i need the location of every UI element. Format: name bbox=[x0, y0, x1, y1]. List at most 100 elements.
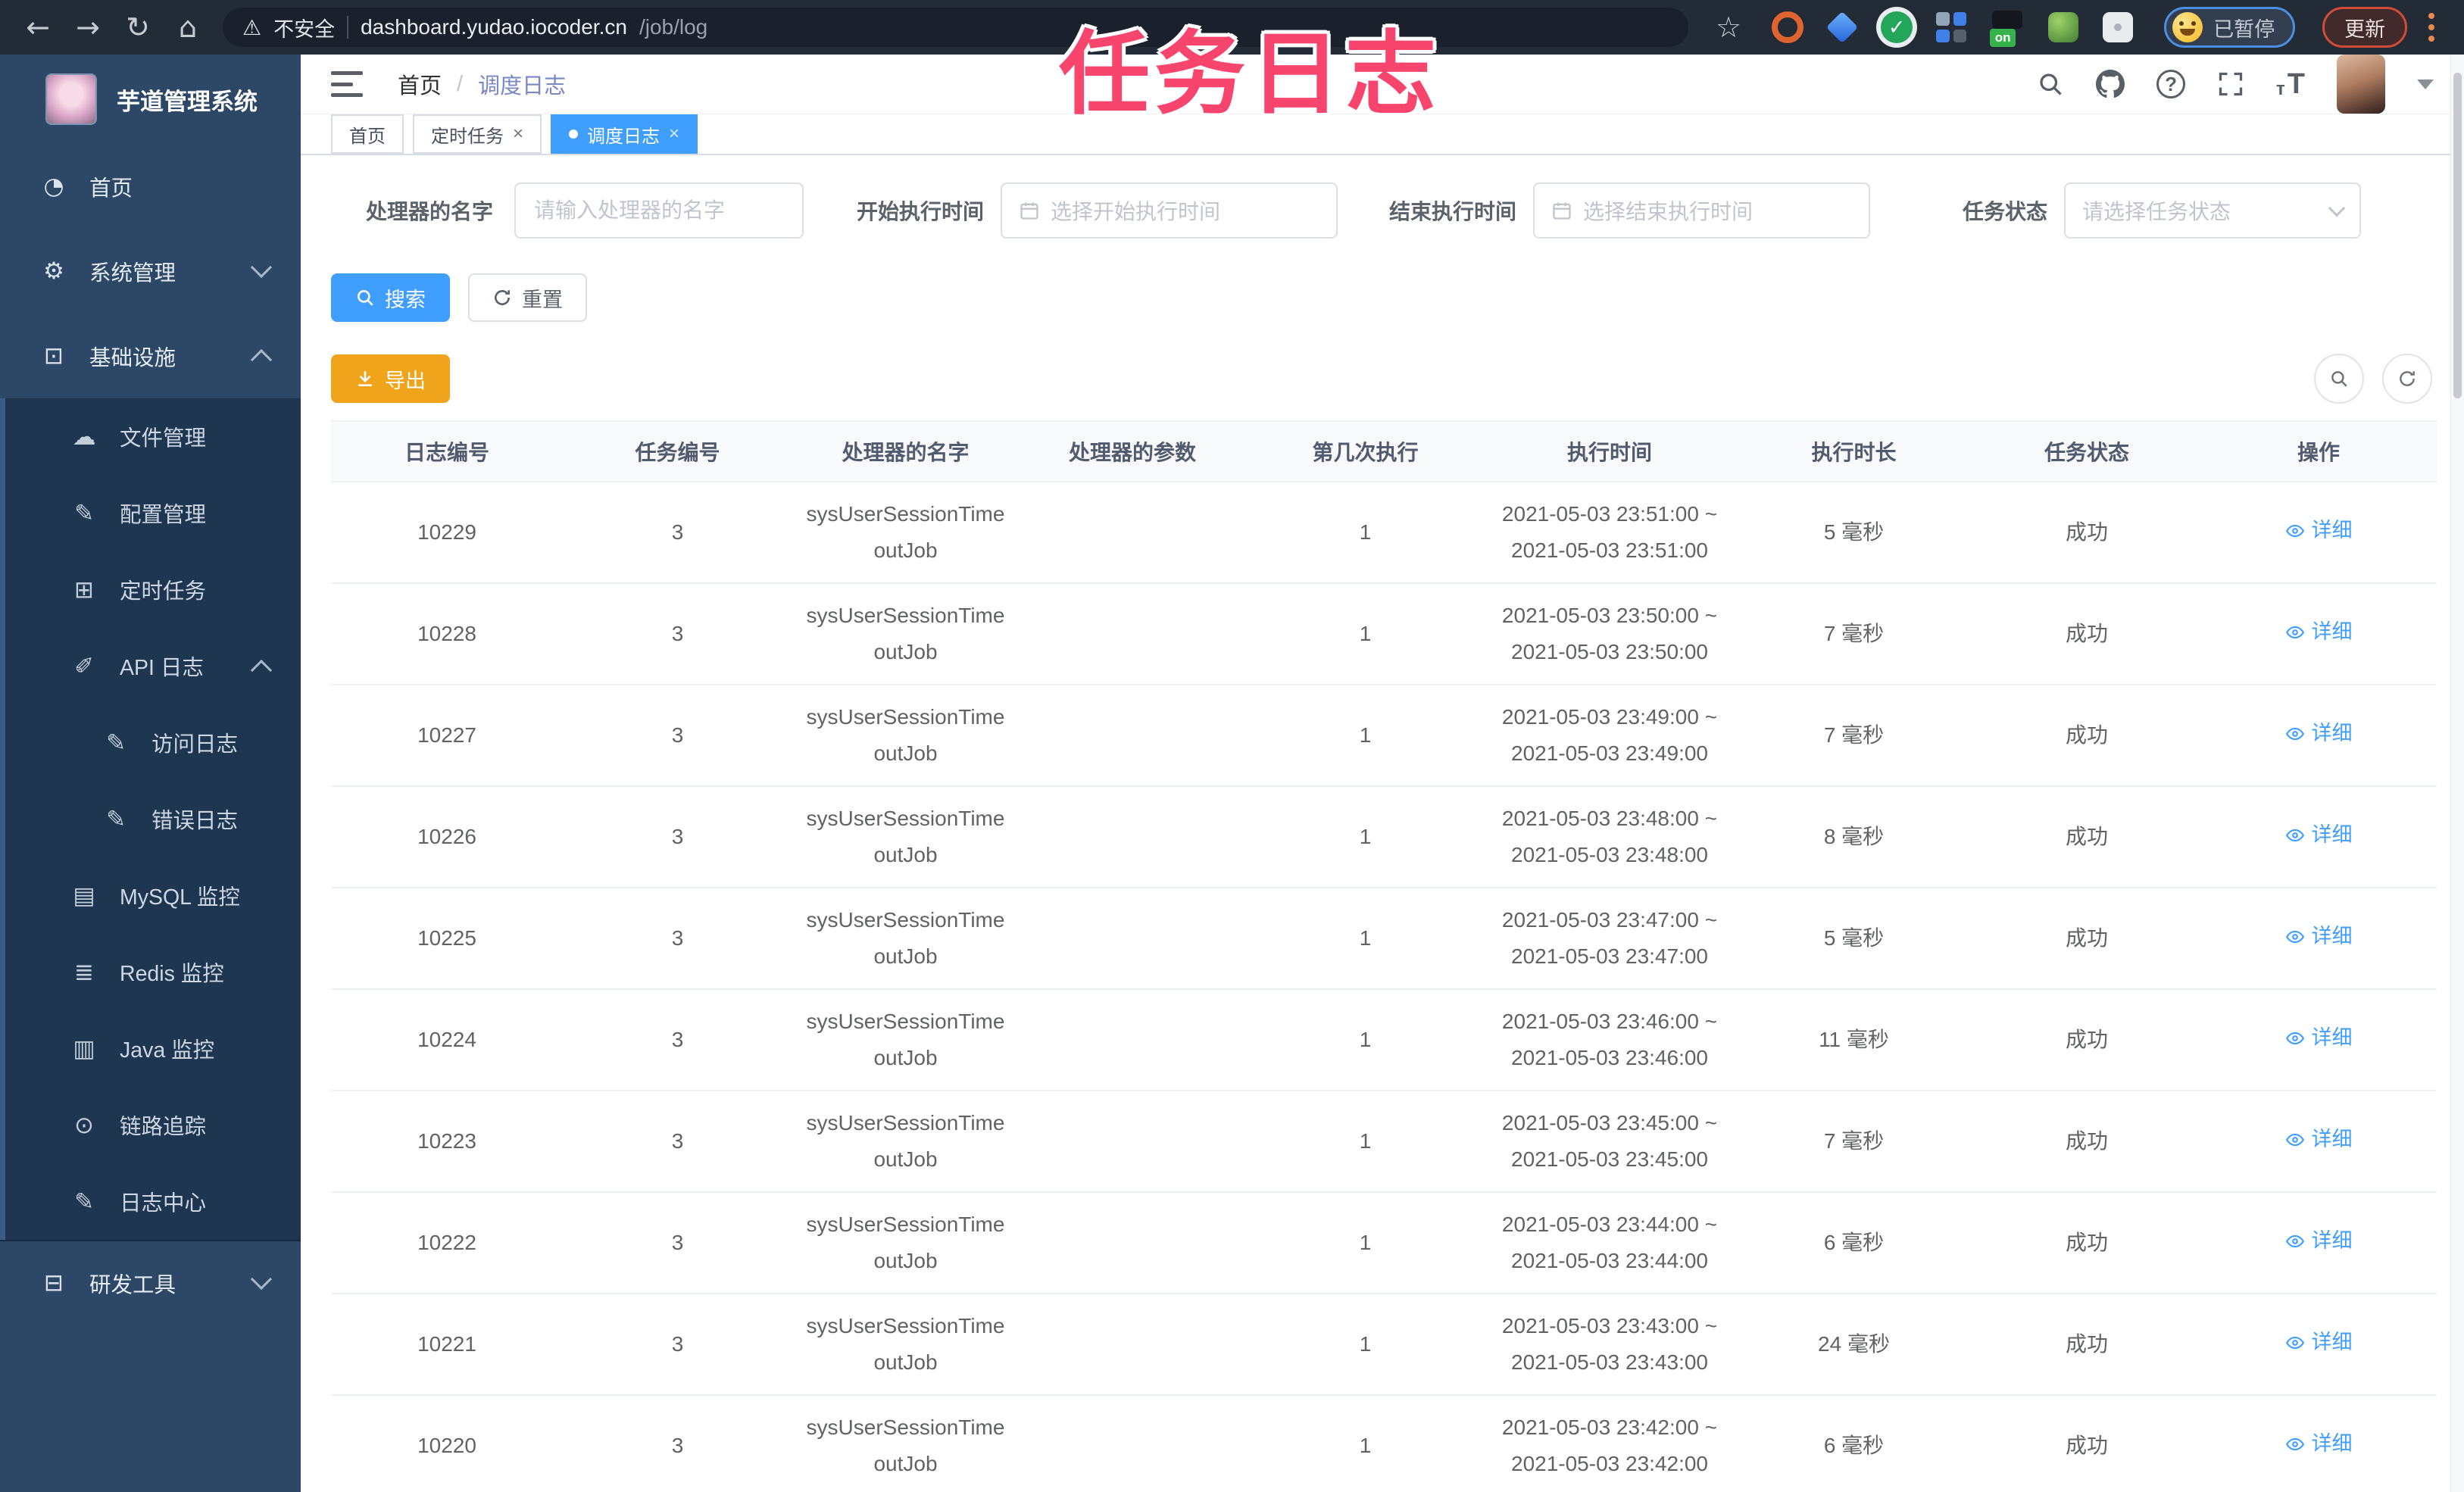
browser-update-button[interactable]: 更新 bbox=[2322, 7, 2408, 48]
address-bar[interactable]: ⚠ 不安全 dashboard.yudao.iocoder.cn/job/log bbox=[223, 8, 1688, 47]
fullscreen-icon[interactable] bbox=[2217, 70, 2244, 98]
mysql-monitor-icon: ▤ bbox=[73, 882, 95, 910]
detail-link[interactable]: 详细 bbox=[2285, 1325, 2353, 1360]
puzzle-extension-icon[interactable] bbox=[2102, 11, 2134, 43]
column-header-5: 执行时间 bbox=[1566, 441, 1652, 464]
green-check-extension-icon[interactable]: ✓ bbox=[1881, 11, 1913, 43]
close-icon[interactable] bbox=[513, 123, 523, 145]
sidebar-item-5[interactable]: ⊞ 定时任务 bbox=[0, 551, 301, 628]
sidebar-item-9[interactable]: ▤ MySQL 监控 bbox=[0, 857, 301, 934]
sidebar-item-0[interactable]: ◔ 首页 bbox=[0, 144, 301, 229]
sidebar-item-12[interactable]: ⊙ 链路追踪 bbox=[0, 1087, 301, 1163]
on-badge-extension-icon[interactable]: on bbox=[1990, 11, 2025, 47]
font-size-icon[interactable]: тT bbox=[2276, 70, 2305, 98]
sidebar-item-11[interactable]: ▥ Java 监控 bbox=[0, 1010, 301, 1087]
extension-row: ✓ on bbox=[1772, 11, 2134, 47]
api-log-icon: ✐ bbox=[74, 652, 94, 680]
execute-time-cell: 2021-05-03 23:48:00 ~2021-05-03 23:48:00 bbox=[1501, 807, 1718, 866]
hamburger-icon[interactable] bbox=[331, 71, 363, 97]
logo-row[interactable]: 芋道管理系统 bbox=[0, 55, 301, 144]
execute-count-cell: 1 bbox=[1359, 1129, 1372, 1153]
sidebar-item-label: 系统管理 bbox=[89, 261, 176, 286]
detail-link[interactable]: 详细 bbox=[2285, 818, 2353, 853]
sidebar-item-4[interactable]: ✎ 配置管理 bbox=[0, 475, 301, 551]
search-icon[interactable] bbox=[2037, 70, 2064, 98]
table-row: 10227 3 sysUserSessionTimeoutJob 1 2021-05-0… bbox=[331, 684, 2437, 785]
browser-menu-kebab-icon[interactable] bbox=[2428, 13, 2435, 42]
green-leaf-extension-icon[interactable] bbox=[2047, 11, 2079, 43]
sidebar-item-label: Java 监控 bbox=[120, 1038, 215, 1063]
sidebar-item-14[interactable]: ⊟ 研发工具 bbox=[0, 1240, 301, 1325]
profile-chip[interactable]: 已暂停 bbox=[2164, 7, 2296, 48]
detail-link[interactable]: 详细 bbox=[2285, 615, 2353, 650]
page-scrollbar[interactable] bbox=[2450, 55, 2464, 1492]
sidebar-item-3[interactable]: ☁ 文件管理 bbox=[0, 398, 301, 475]
sidebar-item-8[interactable]: ✎ 错误日志 bbox=[0, 781, 301, 857]
sidebar-item-2[interactable]: ⊡ 基础设施 bbox=[0, 314, 301, 398]
execute-time-cell: 2021-05-03 23:47:00 ~2021-05-03 23:47:00 bbox=[1501, 908, 1718, 968]
duration-cell: 5 毫秒 bbox=[1823, 926, 1885, 950]
sidebar-item-1[interactable]: ⚙ 系统管理 bbox=[0, 229, 301, 314]
status-cell: 成功 bbox=[2065, 723, 2108, 748]
sidebar-item-6[interactable]: ✐ API 日志 bbox=[0, 628, 301, 704]
execute-time-cell: 2021-05-03 23:44:00 ~2021-05-03 23:44:00 bbox=[1501, 1213, 1718, 1272]
bookmark-star-icon[interactable]: ☆ bbox=[1716, 11, 1741, 44]
breadcrumb-home[interactable]: 首页 bbox=[398, 68, 442, 100]
refresh-table-icon[interactable] bbox=[2382, 354, 2432, 404]
detail-link[interactable]: 详细 bbox=[2285, 716, 2353, 751]
detail-link[interactable]: 详细 bbox=[2285, 1427, 2353, 1462]
handler-name-cell: sysUserSessionTimeoutJob bbox=[806, 1416, 1005, 1475]
job-id-cell: 3 bbox=[671, 723, 684, 748]
screen: ← → ↻ ⌂ ⚠ 不安全 dashboard.yudao.iocoder.cn… bbox=[0, 0, 2464, 1492]
scrollbar-thumb[interactable] bbox=[2453, 73, 2462, 398]
main-area: 首页 / 调度日志 ? тT 首页 定时任务 × 调度日志 × 处理器的名字 请… bbox=[301, 55, 2464, 1492]
execute-time-cell: 2021-05-03 23:43:00 ~2021-05-03 23:43:00 bbox=[1501, 1314, 1718, 1374]
close-icon[interactable] bbox=[669, 123, 679, 145]
reset-button[interactable]: 重置 bbox=[468, 273, 587, 322]
app-logo-avatar bbox=[45, 73, 97, 125]
sidebar-item-10[interactable]: ≣ Redis 监控 bbox=[0, 934, 301, 1010]
duration-cell: 8 毫秒 bbox=[1823, 825, 1885, 849]
avatar[interactable] bbox=[2337, 55, 2385, 114]
table-row: 10229 3 sysUserSessionTimeoutJob 1 2021-05-0… bbox=[331, 481, 2437, 582]
github-icon[interactable] bbox=[2096, 70, 2125, 98]
back-arrow-icon[interactable]: ← bbox=[17, 0, 59, 55]
execute-count-cell: 1 bbox=[1359, 926, 1372, 950]
blue-gem-extension-icon[interactable] bbox=[1825, 11, 1859, 44]
tab-0[interactable]: 首页 bbox=[331, 114, 404, 154]
forward-arrow-icon[interactable]: → bbox=[67, 0, 109, 55]
caret-down-icon[interactable] bbox=[2417, 79, 2434, 89]
execute-count-cell: 1 bbox=[1359, 520, 1372, 545]
chevron-down-icon bbox=[250, 1268, 273, 1291]
app-title: 芋道管理系统 bbox=[117, 88, 258, 115]
grid-extension-icon[interactable] bbox=[1935, 11, 1967, 43]
job-status-select[interactable]: 请选择任务状态 bbox=[2064, 183, 2361, 239]
tab-2[interactable]: 调度日志 bbox=[551, 114, 698, 154]
detail-link[interactable]: 详细 bbox=[2285, 1224, 2353, 1259]
detail-link[interactable]: 详细 bbox=[2285, 1021, 2353, 1056]
button-row: 搜索 重置 bbox=[331, 273, 2437, 322]
url-separator bbox=[347, 16, 349, 39]
log-id-cell: 10224 bbox=[417, 1028, 476, 1052]
sidebar-item-7[interactable]: ✎ 访问日志 bbox=[0, 704, 301, 781]
search-button[interactable]: 搜索 bbox=[331, 273, 450, 322]
cloud-upload-icon: ☁ bbox=[72, 423, 96, 451]
orange-ring-extension-icon[interactable] bbox=[1772, 11, 1804, 43]
tab-1[interactable]: 定时任务 bbox=[413, 114, 542, 154]
reload-icon[interactable]: ↻ bbox=[117, 0, 159, 55]
detail-link[interactable]: 详细 bbox=[2285, 513, 2353, 548]
detail-link[interactable]: 详细 bbox=[2285, 1122, 2353, 1157]
handler-name-input[interactable] bbox=[514, 183, 804, 239]
update-label: 更新 bbox=[2344, 17, 2386, 41]
sidebar-item-label: 访问日志 bbox=[151, 732, 239, 757]
end-time-picker[interactable]: 选择结束执行时间 bbox=[1533, 183, 1870, 239]
show-search-toggle-icon[interactable] bbox=[2314, 354, 2364, 404]
export-button[interactable]: 导出 bbox=[331, 354, 450, 403]
job-status-label: 任务状态 bbox=[1963, 200, 2048, 223]
sidebar-item-13[interactable]: ✎ 日志中心 bbox=[0, 1163, 301, 1240]
help-icon[interactable]: ? bbox=[2156, 70, 2186, 98]
home-icon[interactable]: ⌂ bbox=[167, 0, 209, 55]
detail-link[interactable]: 详细 bbox=[2285, 919, 2353, 954]
edit-square-icon: ✎ bbox=[74, 499, 94, 527]
start-time-picker[interactable]: 选择开始执行时间 bbox=[1001, 183, 1338, 239]
